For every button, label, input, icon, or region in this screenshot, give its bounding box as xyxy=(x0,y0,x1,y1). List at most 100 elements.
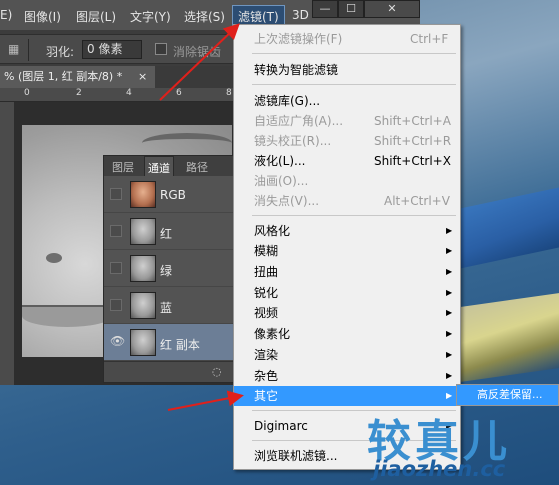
channel-row-red[interactable]: 红 xyxy=(104,213,242,250)
other-submenu: 高反差保留... xyxy=(456,384,559,406)
visibility-toggle[interactable] xyxy=(110,225,122,237)
channel-thumbnail xyxy=(130,218,156,245)
tab-paths[interactable]: 路径 xyxy=(186,159,208,175)
panel-footer: ◌ xyxy=(104,361,242,382)
menu-image[interactable]: 图像(I) xyxy=(24,8,61,25)
ruler-mark: 2 xyxy=(76,88,82,98)
menu-separator xyxy=(252,53,456,54)
menu-item-label: 锐化 xyxy=(254,286,279,300)
menu-layer[interactable]: 图层(L) xyxy=(76,8,116,25)
channel-thumbnail xyxy=(130,181,156,208)
ruler-mark: 4 xyxy=(126,88,132,98)
menu-type[interactable]: 文字(Y) xyxy=(130,8,171,25)
menu-item-label: 杂色 xyxy=(254,369,279,383)
menu-item-liquify[interactable]: 液化(L)... Shift+Ctrl+X xyxy=(234,151,460,171)
menu-item-other[interactable]: 其它 ▶ xyxy=(234,386,460,406)
menu-item-label: 视频 xyxy=(254,306,279,320)
tab-layers[interactable]: 图层 xyxy=(112,159,134,175)
menu-item-label: 风格化 xyxy=(254,224,291,238)
menu-item-label: 镜头校正(R)... xyxy=(254,134,332,148)
ruler-mark: 6 xyxy=(176,88,182,98)
minimize-button[interactable]: — xyxy=(312,0,338,18)
channel-row-green[interactable]: 绿 xyxy=(104,250,242,287)
channel-row-rgb[interactable]: RGB xyxy=(104,176,242,213)
submenu-arrow-icon: ▶ xyxy=(446,267,453,276)
menu-item-vanishing-point[interactable]: 消失点(V)... Alt+Ctrl+V xyxy=(234,191,460,211)
photo-lips xyxy=(22,305,112,327)
menu-item-render[interactable]: 渲染 ▶ xyxy=(234,345,460,365)
menu-item-stylize[interactable]: 风格化 ▶ xyxy=(234,221,460,241)
submenu-arrow-icon: ▶ xyxy=(446,226,453,235)
photo-eyebrow xyxy=(142,133,232,153)
menu-item-label: 浏览联机滤镜... xyxy=(254,449,338,463)
feather-label: 羽化: xyxy=(46,45,75,59)
menu-item-noise[interactable]: 杂色 ▶ xyxy=(234,366,460,386)
channel-name: 绿 xyxy=(160,264,173,278)
menu-item-label: 上次滤镜操作(F) xyxy=(254,32,343,46)
maximize-button[interactable]: ☐ xyxy=(338,0,364,18)
menu-separator xyxy=(252,215,456,216)
channel-name: 红 xyxy=(160,227,173,241)
desktop-streak xyxy=(455,292,559,383)
menu-item-lens-correction[interactable]: 镜头校正(R)... Shift+Ctrl+R xyxy=(234,131,460,151)
channel-name: 红 副本 xyxy=(160,338,200,352)
menu-item-label: Digimarc xyxy=(254,419,308,433)
menu-item-oil-paint[interactable]: 油画(O)... xyxy=(234,171,460,191)
menu-item-label: 渲染 xyxy=(254,348,279,362)
channel-thumbnail xyxy=(130,292,156,319)
close-button[interactable]: ✕ xyxy=(364,0,420,18)
visibility-toggle[interactable] xyxy=(110,262,122,274)
antialias-checkbox[interactable] xyxy=(155,43,167,55)
menu-item-sharpen[interactable]: 锐化 ▶ xyxy=(234,283,460,303)
antialias-label: 消除锯齿 xyxy=(173,45,222,59)
menu-item-shortcut: Ctrl+F xyxy=(410,32,449,46)
document-tab[interactable]: % (图层 1, 红 副本/8) * × xyxy=(0,66,155,88)
menu-item-label: 液化(L)... xyxy=(254,154,306,168)
menu-item-shortcut: Shift+Ctrl+A xyxy=(374,114,451,128)
channel-thumbnail xyxy=(130,255,156,282)
visibility-toggle[interactable] xyxy=(110,188,122,200)
window-controls: — ☐ ✕ xyxy=(312,0,420,18)
watermark-logo: 较真儿 jiaozhen.cc xyxy=(365,405,559,485)
photo-nostril xyxy=(46,253,62,263)
submenu-arrow-icon: ▶ xyxy=(446,329,453,338)
menu-3d[interactable]: 3D xyxy=(292,8,309,22)
menu-item-label: 转换为智能滤镜 xyxy=(254,63,339,77)
channel-row-red-copy[interactable]: 👁 红 副本 xyxy=(104,324,242,361)
submenu-arrow-icon: ▶ xyxy=(446,308,453,317)
menu-item-adaptive-wide-angle[interactable]: 自适应广角(A)... Shift+Ctrl+A xyxy=(234,111,460,131)
menu-item-blur[interactable]: 模糊 ▶ xyxy=(234,241,460,261)
ruler-mark: 8 xyxy=(226,88,232,98)
menu-edit[interactable]: E) xyxy=(0,8,12,22)
load-selection-icon[interactable]: ◌ xyxy=(212,365,222,378)
feather-input[interactable]: 0 像素 xyxy=(82,40,142,59)
submenu-item-high-pass[interactable]: 高反差保留... xyxy=(457,385,558,405)
menu-item-filter-gallery[interactable]: 滤镜库(G)... xyxy=(234,91,460,111)
menu-item-pixelate[interactable]: 像素化 ▶ xyxy=(234,324,460,344)
channel-name: RGB xyxy=(160,188,186,202)
menu-item-label: 其它 xyxy=(254,389,279,403)
tab-channels[interactable]: 通道 xyxy=(144,156,174,176)
close-tab-icon[interactable]: × xyxy=(138,66,147,88)
menu-item-distort[interactable]: 扭曲 ▶ xyxy=(234,262,460,282)
menu-item-label: 模糊 xyxy=(254,244,279,258)
channel-row-blue[interactable]: 蓝 xyxy=(104,287,242,324)
submenu-arrow-icon: ▶ xyxy=(446,350,453,359)
menu-item-convert-smart-filter[interactable]: 转换为智能滤镜 xyxy=(234,60,460,80)
eye-icon[interactable]: 👁 xyxy=(110,335,125,348)
watermark-url: jiaozhen.cc xyxy=(373,457,506,481)
menu-item-last-filter[interactable]: 上次滤镜操作(F) Ctrl+F xyxy=(234,29,460,49)
divider xyxy=(28,39,29,61)
menu-item-label: 扭曲 xyxy=(254,265,279,279)
menu-select[interactable]: 选择(S) xyxy=(184,8,225,25)
menu-item-video[interactable]: 视频 ▶ xyxy=(234,303,460,323)
channel-name: 蓝 xyxy=(160,301,173,315)
grid-icon[interactable]: ▦ xyxy=(8,42,19,56)
submenu-arrow-icon: ▶ xyxy=(446,391,453,400)
submenu-arrow-icon: ▶ xyxy=(446,246,453,255)
menu-item-label: 滤镜库(G)... xyxy=(254,94,321,108)
menu-item-label: 油画(O)... xyxy=(254,174,309,188)
channels-panel: 图层 通道 路径 RGB 红 绿 蓝 👁 红 副本 ◌ xyxy=(103,155,243,383)
visibility-toggle[interactable] xyxy=(110,299,122,311)
menu-item-label: 自适应广角(A)... xyxy=(254,114,344,128)
